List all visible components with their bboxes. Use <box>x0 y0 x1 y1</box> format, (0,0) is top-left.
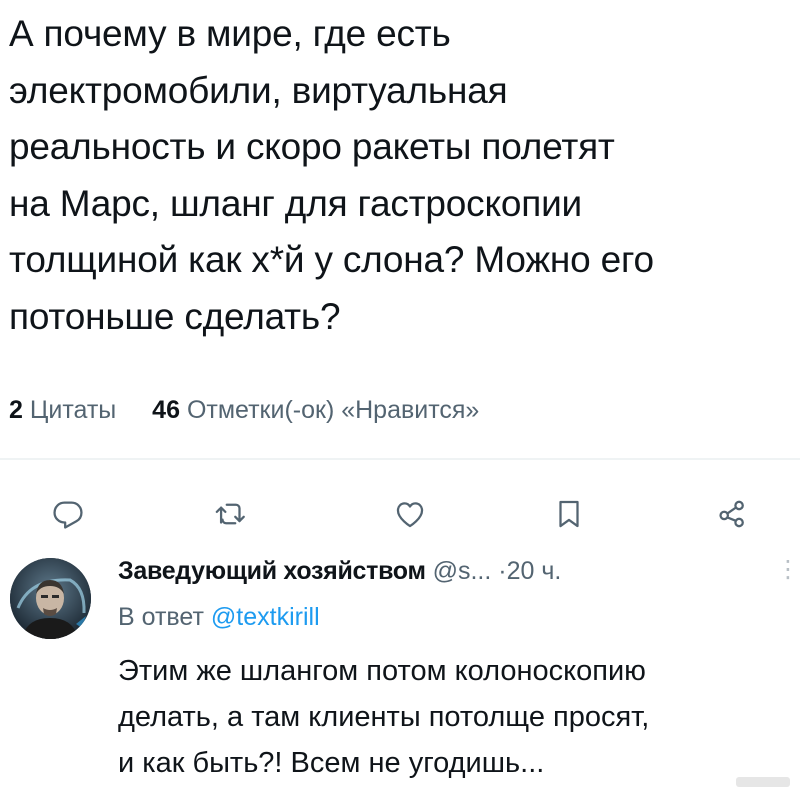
like-icon <box>396 502 424 528</box>
watermark-logo <box>736 777 790 787</box>
avatar[interactable] <box>10 558 91 639</box>
reply-text: Этим же шлангом потом колоноскопию делат… <box>118 648 798 786</box>
tweet-text-line: толщиной как х*й у слона? Можно его <box>9 239 654 280</box>
reply-to-line: В ответ @textkirill <box>118 600 320 634</box>
quotes-label: Цитаты <box>29 396 117 424</box>
tweet-text: А почему в мире, где есть электромобили,… <box>9 6 789 345</box>
tweet-text-line: А почему в мире, где есть <box>9 13 451 54</box>
tweet-text-line: на Марс, шланг для гастроскопии <box>9 182 583 224</box>
share-button[interactable] <box>712 494 752 534</box>
tweet-text-line: потоньше сделать? <box>9 295 341 337</box>
reply-header: Заведующий хозяйством @s... ·20 ч. <box>118 554 561 588</box>
author-handle[interactable]: @s... <box>433 557 492 585</box>
reply-to-mention[interactable]: @textkirill <box>211 603 320 631</box>
tweet-action-bar <box>0 494 800 538</box>
reply-button[interactable] <box>48 494 88 534</box>
likes-count: 46 <box>152 396 180 424</box>
quotes-count: 2 <box>9 396 23 424</box>
more-options-icon[interactable]: ⋮ <box>776 558 800 582</box>
separator-dot: · <box>498 557 507 585</box>
retweet-button[interactable] <box>211 494 251 534</box>
reply-tweet[interactable]: Заведующий хозяйством @s... ·20 ч. ⋮ В о… <box>0 548 800 791</box>
share-icon <box>719 500 744 528</box>
likes-stat[interactable]: 46 Отметки(-ок) «Нравится» <box>152 396 479 424</box>
retweet-icon <box>215 503 245 525</box>
quotes-stat[interactable]: 2 Цитаты <box>9 396 123 424</box>
like-button[interactable] <box>390 494 430 534</box>
tweet-text-line: электромобили, виртуальная <box>9 69 508 111</box>
reply-text-line: Этим же шлангом потом колоноскопию <box>118 655 646 687</box>
bookmark-button[interactable] <box>549 494 589 534</box>
likes-label: Отметки(-ок) «Нравится» <box>186 396 480 424</box>
reply-text-line: делать, а там клиенты потолще просят, <box>118 701 650 733</box>
tweet-text-line: реальность и скоро ракеты полетят <box>9 126 615 167</box>
reply-to-prefix: В ответ <box>118 603 204 631</box>
reply-text-line: и как быть?! Всем не угодишь... <box>118 747 545 779</box>
timestamp[interactable]: 20 ч. <box>507 557 562 585</box>
tweet-stats: 2 Цитаты 46 Отметки(-ок) «Нравится» <box>9 393 479 427</box>
divider <box>0 458 800 460</box>
bookmark-icon <box>559 500 579 528</box>
reply-icon <box>53 501 83 529</box>
author-name[interactable]: Заведующий хозяйством <box>118 557 426 585</box>
avatar-image <box>10 558 91 639</box>
